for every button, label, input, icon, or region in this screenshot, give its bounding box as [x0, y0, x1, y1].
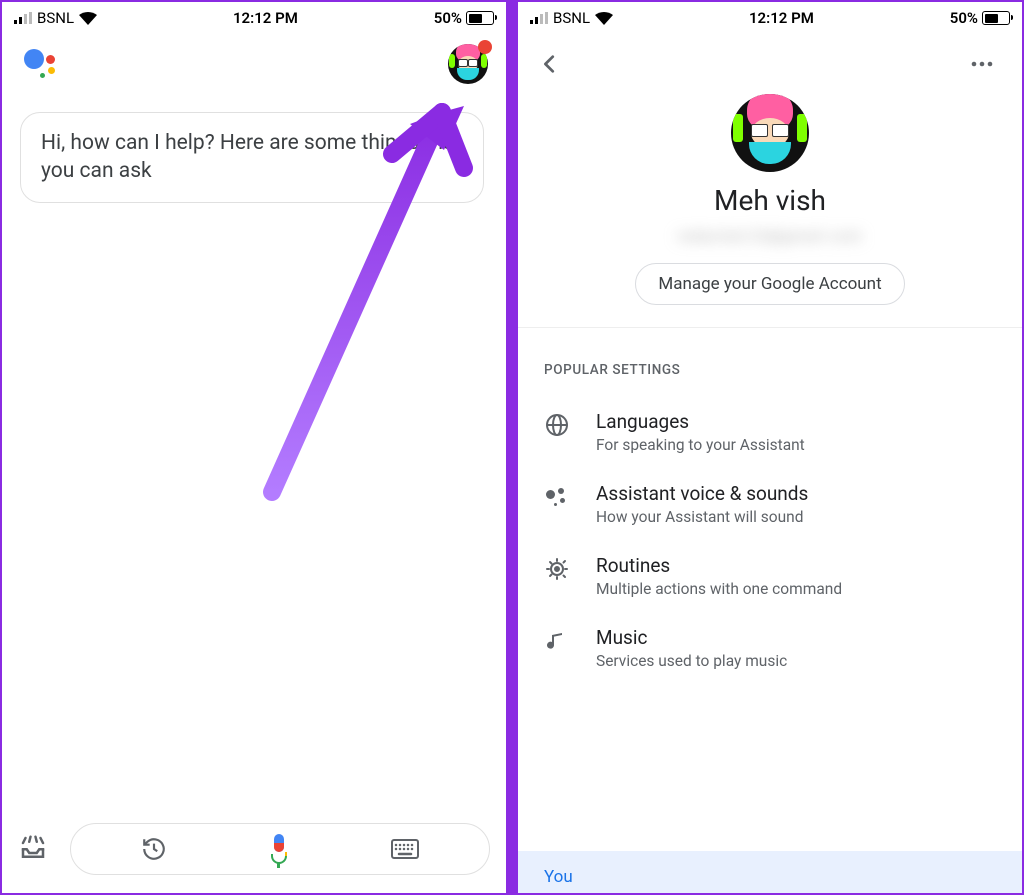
bottom-toolbar [2, 813, 506, 893]
setting-subtitle: Services used to play music [596, 652, 787, 670]
clock-label: 12:12 PM [233, 9, 298, 27]
signal-icon [530, 12, 548, 24]
setting-music[interactable]: Music Services used to play music [518, 612, 1022, 684]
status-bar: BSNL 12:12 PM 50% [2, 2, 506, 34]
routines-icon [544, 556, 570, 582]
section-label: POPULAR SETTINGS [518, 328, 1022, 396]
setting-title: Routines [596, 554, 842, 577]
keyboard-icon[interactable] [391, 839, 419, 859]
app-header [2, 34, 506, 94]
clock-label: 12:12 PM [749, 9, 814, 27]
setting-voice[interactable]: Assistant voice & sounds How your Assist… [518, 468, 1022, 540]
back-button[interactable] [528, 42, 572, 86]
history-icon[interactable] [141, 836, 167, 862]
signal-icon [14, 12, 32, 24]
globe-icon [544, 412, 570, 438]
profile-name: Meh vish [518, 184, 1022, 217]
manage-account-button[interactable]: Manage your Google Account [635, 263, 904, 305]
setting-subtitle: How your Assistant will sound [596, 508, 808, 526]
battery-pct-label: 50% [950, 9, 978, 27]
mic-button[interactable] [268, 834, 290, 864]
assistant-greeting-bubble: Hi, how can I help? Here are some things… [20, 112, 484, 203]
setting-subtitle: For speaking to your Assistant [596, 436, 805, 454]
setting-routines[interactable]: Routines Multiple actions with one comma… [518, 540, 1022, 612]
updates-icon[interactable] [18, 833, 50, 865]
carrier-label: BSNL [37, 9, 74, 27]
carrier-label: BSNL [553, 9, 590, 27]
screen-assistant-settings: BSNL 12:12 PM 50% Meh vish redacted-23@g… [516, 0, 1024, 895]
setting-title: Assistant voice & sounds [596, 482, 808, 505]
status-bar: BSNL 12:12 PM 50% [518, 2, 1022, 34]
battery-icon [982, 11, 1010, 25]
screen-assistant-home: BSNL 12:12 PM 50% Hi, how can I help? He… [0, 0, 508, 895]
music-note-icon [544, 628, 570, 654]
setting-languages[interactable]: Languages For speaking to your Assistant [518, 396, 1022, 468]
profile-avatar-button[interactable] [448, 44, 488, 84]
wifi-icon [595, 12, 613, 25]
tab-you[interactable]: You [544, 867, 573, 887]
setting-title: Languages [596, 410, 805, 433]
profile-email-redacted: redacted-23@gmail.com [518, 227, 1022, 245]
assistant-dots-icon [544, 484, 570, 510]
setting-subtitle: Multiple actions with one command [596, 580, 842, 598]
more-button[interactable] [960, 42, 1004, 86]
assistant-logo-icon [24, 47, 58, 81]
input-pill [70, 823, 490, 875]
wifi-icon [79, 12, 97, 25]
notification-dot-icon [478, 40, 492, 54]
avatar-icon [731, 94, 809, 172]
profile-section: Meh vish redacted-23@gmail.com Manage yo… [518, 90, 1022, 328]
setting-title: Music [596, 626, 787, 649]
bottom-tab-strip: You [518, 851, 1022, 893]
battery-icon [466, 11, 494, 25]
battery-pct-label: 50% [434, 9, 462, 27]
